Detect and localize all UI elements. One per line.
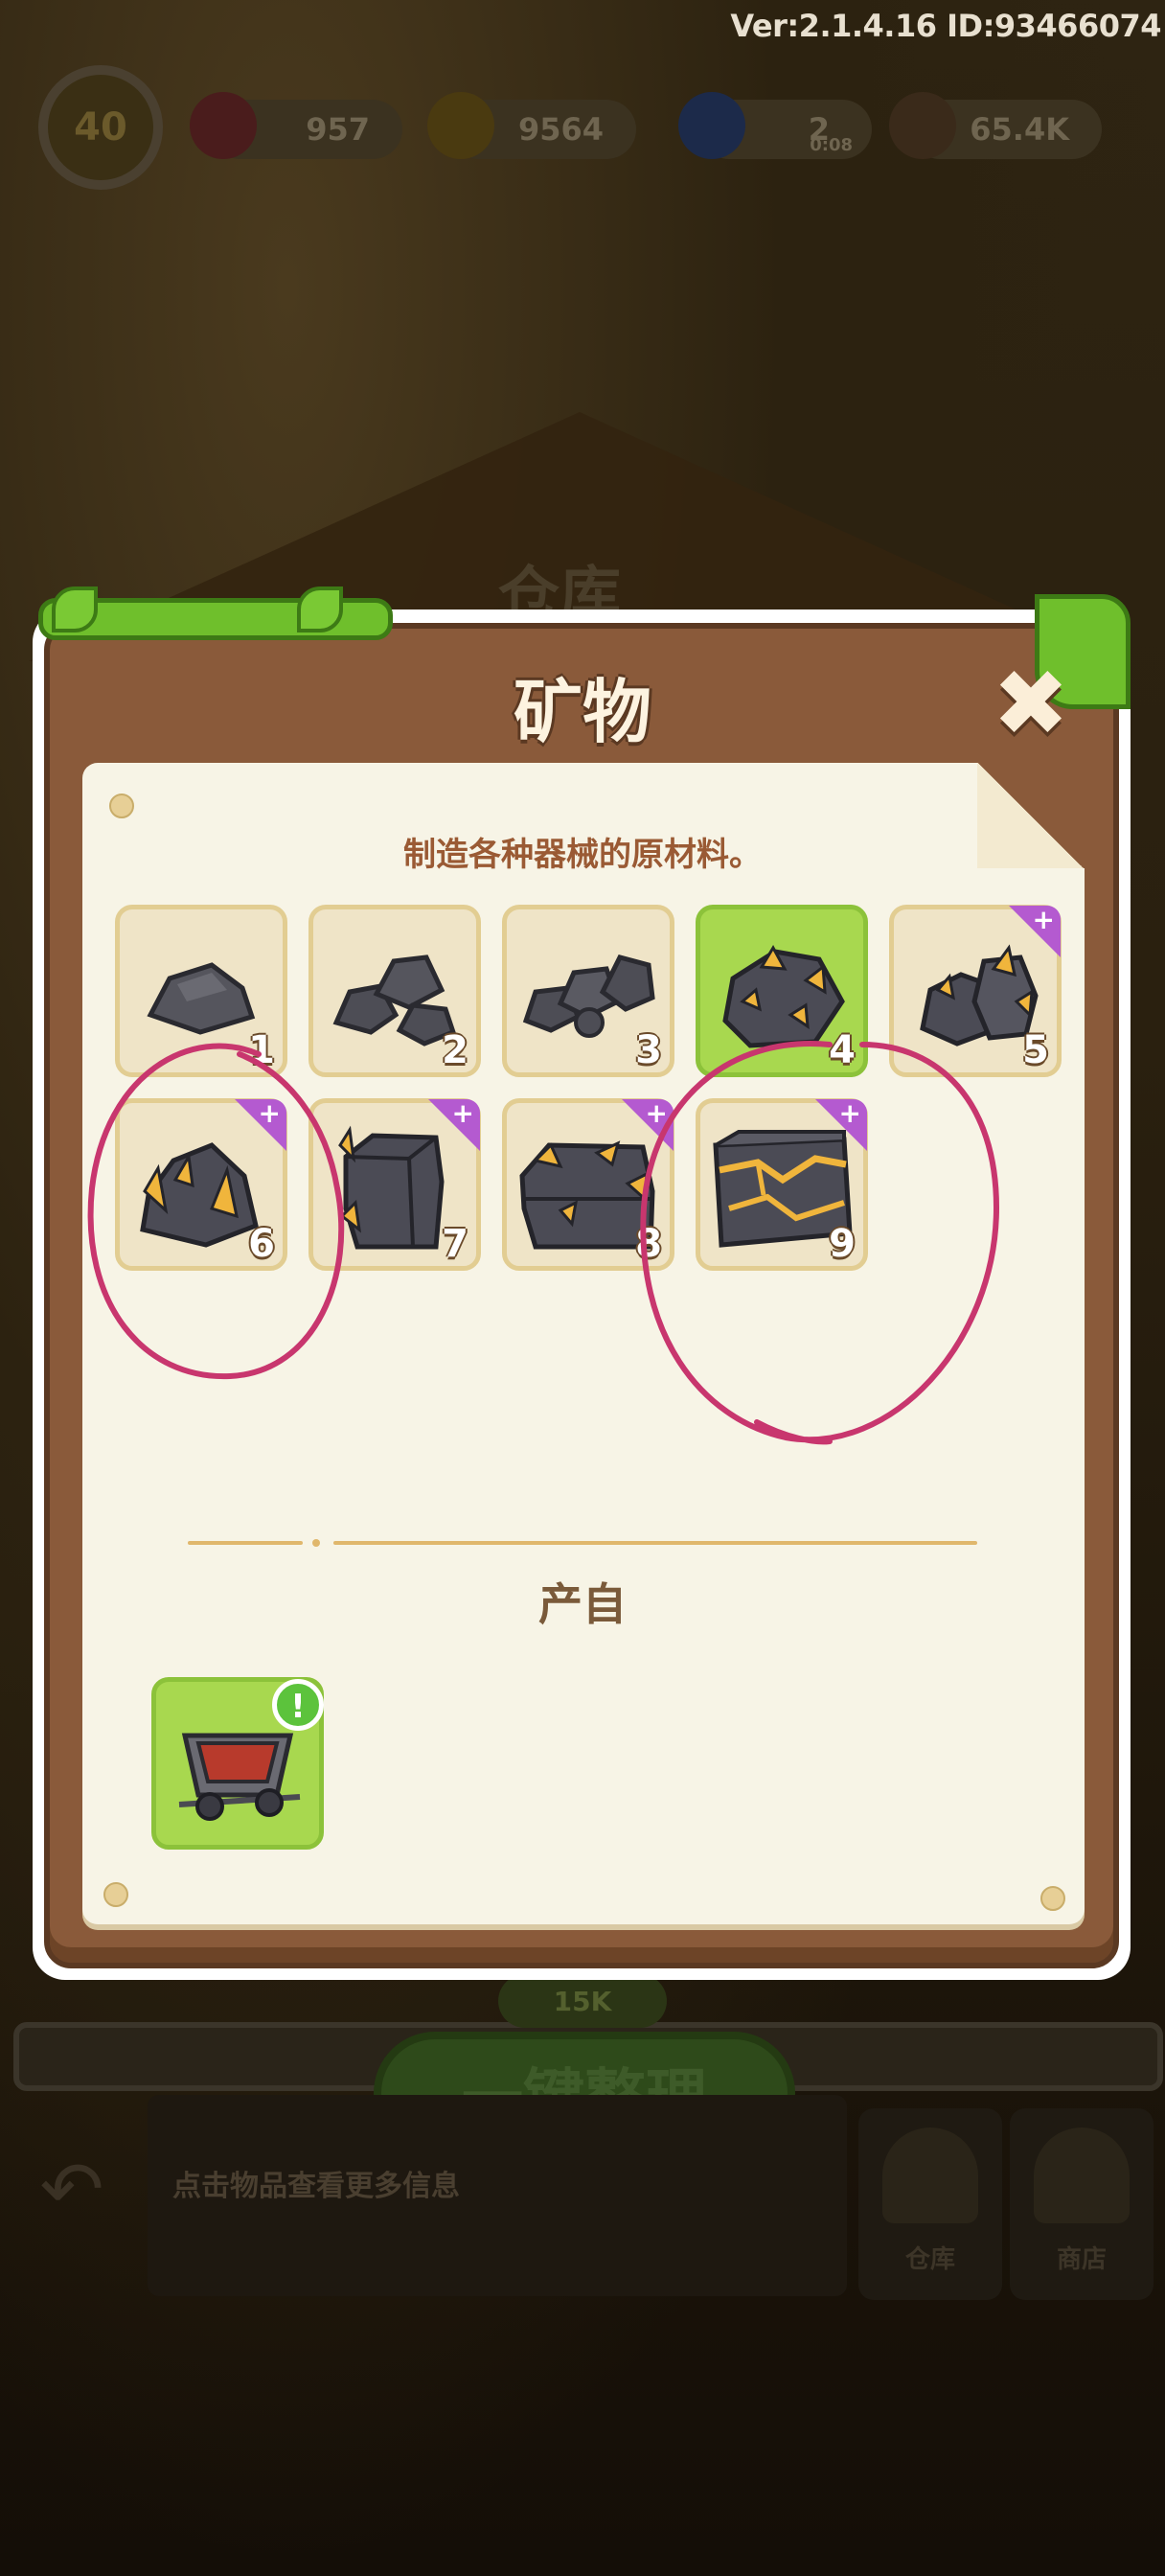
divider-dot bbox=[312, 1539, 320, 1547]
leaf-decoration bbox=[297, 586, 343, 632]
mineral-slot-1[interactable]: 1 bbox=[115, 905, 287, 1077]
seeds-counter[interactable]: 65.4K bbox=[889, 92, 1102, 159]
mineral-slot-6[interactable]: 6 + bbox=[115, 1098, 287, 1271]
coin-icon bbox=[427, 92, 494, 159]
alert-badge: ! bbox=[272, 1679, 324, 1731]
hint-panel: 点击物品查看更多信息 bbox=[148, 2095, 847, 2296]
warehouse-icon bbox=[882, 2128, 978, 2223]
pin-decoration bbox=[109, 794, 134, 818]
energy-counter[interactable]: 2 0:08 bbox=[678, 92, 872, 159]
gems-counter[interactable]: 957 bbox=[190, 92, 402, 159]
mineral-slot-9[interactable]: 9 + bbox=[696, 1098, 868, 1271]
mineral-slot-5[interactable]: 5 + bbox=[889, 905, 1062, 1077]
lightning-icon bbox=[678, 92, 745, 159]
close-icon[interactable]: ✖ bbox=[989, 657, 1073, 749]
version-label: Ver:2.1.4.16 ID:93466074 bbox=[730, 8, 1161, 44]
leaf-decoration bbox=[52, 586, 98, 632]
coins-counter[interactable]: 9564 bbox=[427, 92, 636, 159]
divider bbox=[333, 1541, 977, 1545]
mineral-slot-4[interactable]: 4 bbox=[696, 905, 868, 1077]
nav-shop[interactable]: 商店 bbox=[1010, 2108, 1154, 2300]
modal-description: 制造各种器械的原材料。 bbox=[403, 836, 762, 874]
mineral-slot-8[interactable]: 8 + bbox=[502, 1098, 674, 1271]
nav-warehouse[interactable]: 仓库 bbox=[858, 2108, 1002, 2300]
hint-text: 点击物品查看更多信息 bbox=[172, 2170, 460, 2203]
gem-icon bbox=[190, 92, 257, 159]
back-arrow-icon[interactable]: ↶ bbox=[29, 2147, 115, 2233]
pin-decoration bbox=[1040, 1886, 1065, 1911]
source-title: 产自 bbox=[538, 1578, 627, 1630]
mineral-slot-2[interactable]: 2 bbox=[308, 905, 481, 1077]
mineral-slot-3[interactable]: 3 bbox=[502, 905, 674, 1077]
mineral-slot-7[interactable]: 7 + bbox=[308, 1098, 481, 1271]
shop-icon bbox=[1034, 2128, 1130, 2223]
divider bbox=[188, 1541, 303, 1545]
pin-decoration bbox=[103, 1882, 128, 1907]
seed-icon bbox=[889, 92, 956, 159]
expand-cost-pill[interactable]: 15K bbox=[498, 1974, 667, 2028]
player-level-badge: 40 bbox=[38, 65, 163, 190]
